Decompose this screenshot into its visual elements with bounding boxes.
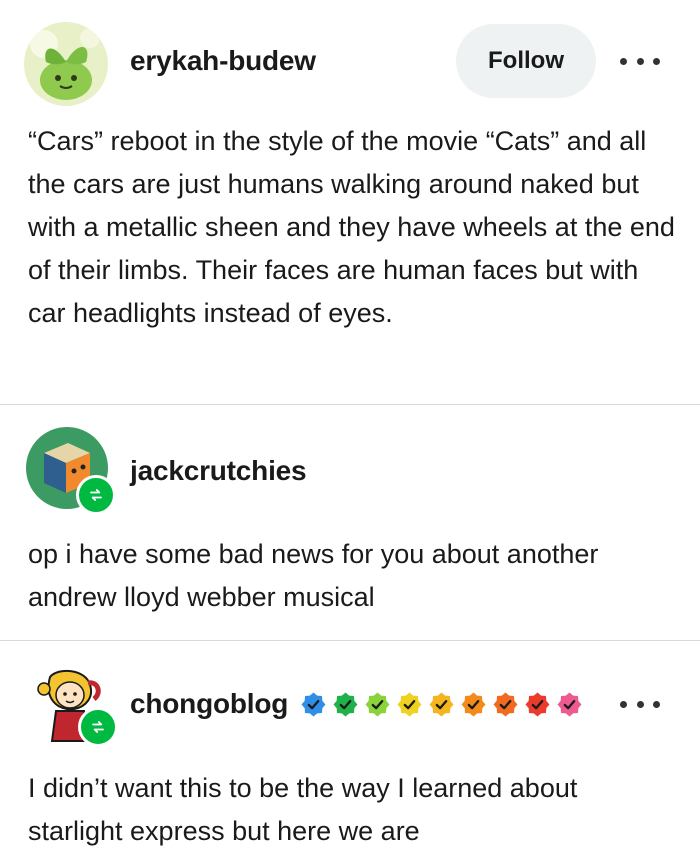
post-username[interactable]: chongoblog — [130, 688, 288, 720]
verified-badge-icon[interactable] — [461, 692, 486, 717]
avatar-erykah-budew[interactable] — [24, 22, 108, 106]
verified-badge-icon[interactable] — [397, 692, 422, 717]
follow-button[interactable]: Follow — [456, 24, 596, 98]
verified-badge-icon[interactable] — [301, 692, 326, 717]
sprout-avatar-image — [24, 22, 108, 106]
verified-badge-icon[interactable] — [525, 692, 550, 717]
post-body-text: op i have some bad news for you about an… — [28, 539, 599, 612]
verified-badge-icon[interactable] — [333, 692, 358, 717]
post-body-text: “Cars” reboot in the style of the movie … — [28, 126, 675, 328]
verified-badge-icon[interactable] — [365, 692, 390, 717]
more-options-icon[interactable] — [620, 51, 660, 71]
post-reblog-2: chongoblog I didn’t want this to be the … — [0, 641, 700, 859]
post-username[interactable]: erykah-budew — [130, 45, 316, 77]
more-options-icon[interactable] — [620, 694, 660, 714]
reblog-badge — [76, 475, 116, 515]
verified-badge-icon[interactable] — [557, 692, 582, 717]
post-reblog-1: jackcrutchies op i have some bad news fo… — [0, 405, 700, 640]
reblog-badge — [78, 707, 118, 747]
verified-badge-icon[interactable] — [493, 692, 518, 717]
verified-badges — [301, 692, 582, 720]
verified-badge-icon[interactable] — [429, 692, 454, 717]
reblog-icon — [92, 721, 104, 733]
post-body-text: I didn’t want this to be the way I learn… — [28, 773, 578, 846]
post-original: erykah-budew Follow “Cars” reboot in the… — [0, 0, 700, 404]
reblog-icon — [90, 489, 102, 501]
post-username[interactable]: jackcrutchies — [130, 455, 307, 487]
